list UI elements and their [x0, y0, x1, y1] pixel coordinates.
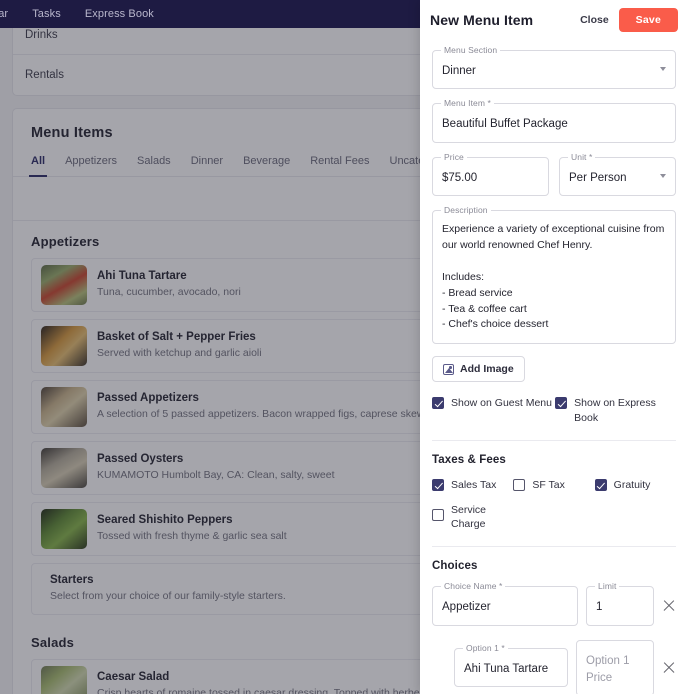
checkbox-show-on-express-book[interactable] [555, 397, 568, 410]
option-name-field[interactable]: Option 1 * Ahi Tuna Tartare [454, 643, 568, 688]
choice-option-row: Option 1 * Ahi Tuna Tartare Option 1 Pri… [432, 639, 676, 694]
image-icon [443, 363, 454, 375]
sf-tax-option[interactable]: SF Tax [513, 478, 594, 492]
description-label: Description [441, 204, 491, 215]
save-button[interactable]: Save [618, 8, 678, 32]
close-button[interactable]: Close [580, 14, 609, 26]
service-charge-label: Service Charge [451, 503, 487, 531]
description-field[interactable]: Description Experience a variety of exce… [432, 204, 676, 345]
show-on-express-book-option[interactable]: Show on Express Book [555, 396, 676, 424]
unit-select[interactable]: Unit * Per Person [559, 151, 676, 196]
menu-item-name-field[interactable]: Menu Item * Beautiful Buffet Package [432, 98, 676, 143]
choice-name-value: Appetizer [442, 601, 491, 614]
chevron-down-icon [660, 173, 666, 178]
chevron-down-icon [660, 67, 666, 71]
unit-value: Per Person [569, 171, 627, 184]
menu-item-label: Menu Item * [441, 98, 494, 109]
choice-name-label: Choice Name * [441, 581, 506, 592]
gratuity-label: Gratuity [613, 478, 651, 491]
modal-title: New Menu Item [430, 12, 534, 28]
price-value: $75.00 [442, 171, 478, 184]
show-on-guest-menu-label: Show on Guest Menu [451, 397, 552, 410]
sales-tax-label: Sales Tax [451, 478, 497, 491]
choices-heading: Choices [432, 560, 478, 573]
visibility-checkbox-row: Show on Guest Menu Show on Express Book [432, 396, 676, 424]
checkbox-show-on-guest-menu[interactable] [432, 397, 444, 410]
taxes-row-2: Service Charge [432, 503, 676, 531]
app-root: dar Tasks Express Book Repo Drinks Renta… [0, 0, 688, 694]
option-value: Ahi Tuna Tartare [464, 663, 549, 676]
divider [432, 439, 676, 441]
taxes-row-1: Sales Tax SF Tax Gratuity [432, 478, 676, 492]
choice-limit-value: 1 [596, 601, 603, 614]
choice-limit-field[interactable]: Limit 1 [586, 581, 654, 626]
service-charge-option[interactable]: Service Charge [432, 503, 519, 531]
price-field[interactable]: Price $75.00 [432, 151, 549, 196]
checkbox-gratuity[interactable] [594, 478, 607, 491]
sales-tax-option[interactable]: Sales Tax [432, 478, 513, 492]
show-on-guest-menu-option[interactable]: Show on Guest Menu [432, 396, 555, 410]
menu-section-label: Menu Section [441, 45, 501, 55]
new-menu-item-modal: New Menu Item Close Save Menu Section Di… [420, 0, 688, 694]
divider [432, 546, 676, 548]
modal-body: Menu Section Dinner Menu Item * Beautifu… [420, 38, 688, 694]
choice-limit-label: Limit [595, 581, 620, 592]
option-label: Option 1 * [463, 643, 508, 654]
sf-tax-label: SF Tax [532, 478, 565, 491]
modal-backdrop-overlay[interactable] [0, 28, 420, 694]
remove-option-button[interactable] [662, 661, 676, 675]
price-label: Price [441, 151, 467, 162]
nav-item-calendar[interactable]: dar [0, 8, 8, 20]
modal-header: New Menu Item Close Save [420, 0, 688, 38]
top-nav-items: dar Tasks Express Book [0, 8, 154, 20]
checkbox-sales-tax[interactable] [432, 478, 444, 491]
show-on-express-book-label: Show on Express Book [574, 397, 656, 424]
checkbox-sf-tax[interactable] [513, 478, 526, 491]
add-image-label: Add Image [460, 363, 514, 376]
price-unit-row: Price $75.00 Unit * Per Person [432, 151, 676, 196]
menu-section-select[interactable]: Menu Section Dinner [432, 45, 676, 90]
checkbox-service-charge[interactable] [432, 508, 444, 521]
unit-label: Unit * [568, 151, 596, 162]
nav-item-tasks[interactable]: Tasks [32, 8, 61, 20]
option-price-placeholder: Option 1 Price [586, 654, 630, 684]
taxes-and-fees-heading: Taxes & Fees [432, 453, 506, 466]
remove-choice-button[interactable] [662, 599, 676, 613]
menu-item-value: Beautiful Buffet Package [442, 118, 568, 131]
gratuity-option[interactable]: Gratuity [594, 478, 676, 492]
choice-group-row: Choice Name * Appetizer Limit 1 [432, 581, 676, 626]
choice-name-field[interactable]: Choice Name * Appetizer [432, 581, 578, 626]
add-image-button[interactable]: Add Image [432, 356, 525, 383]
description-value: Experience a variety of exceptional cuis… [442, 222, 665, 331]
nav-item-express-book[interactable]: Express Book [85, 8, 154, 20]
add-image-row: Add Image [432, 356, 676, 383]
option-price-field[interactable]: Option 1 Price [576, 639, 654, 694]
menu-section-value: Dinner [442, 65, 476, 77]
